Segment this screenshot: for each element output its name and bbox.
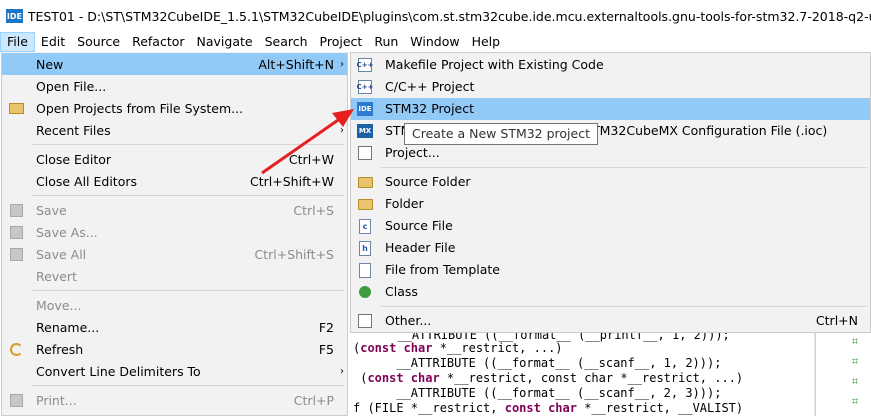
refresh-icon	[8, 341, 24, 357]
print-icon	[8, 392, 24, 408]
tooltip: Create a New STM32 project	[404, 123, 598, 145]
outline-item-icon[interactable]: ⌗	[849, 336, 861, 348]
outline-item-icon[interactable]: ⌗	[849, 356, 861, 368]
file-menu-save[interactable]: Save Ctrl+S	[2, 199, 347, 221]
menu-project[interactable]: Project	[314, 32, 369, 52]
menu-search[interactable]: Search	[259, 32, 314, 52]
folder-icon	[357, 196, 373, 212]
save-as-icon	[8, 224, 24, 240]
new-source-folder[interactable]: Source Folder	[351, 171, 870, 193]
file-template-icon	[357, 262, 373, 278]
menu-separator	[381, 167, 867, 168]
submenu-arrow-icon: ›	[340, 124, 344, 136]
file-menu-print[interactable]: Print... Ctrl+P	[2, 389, 347, 411]
submenu-arrow-icon: ›	[340, 58, 344, 70]
menu-bar: File Edit Source Refactor Navigate Searc…	[0, 32, 871, 52]
new-stm32-project[interactable]: IDE STM32 Project	[351, 98, 870, 120]
cpp-project-icon: C++	[357, 57, 373, 73]
file-menu-recent-files[interactable]: Recent Files ›	[2, 119, 347, 141]
menu-separator	[381, 306, 867, 307]
cubemx-icon: MX	[357, 123, 373, 139]
header-file-icon: h	[357, 240, 373, 256]
new-class[interactable]: Class	[351, 281, 870, 303]
menu-help[interactable]: Help	[466, 32, 507, 52]
code-line: __ATTRIBUTE ((__format__ (__scanf__, 1, …	[353, 356, 722, 370]
file-menu-new[interactable]: New Alt+Shift+N ›	[2, 53, 347, 75]
menu-navigate[interactable]: Navigate	[191, 32, 259, 52]
file-menu: New Alt+Shift+N › Open File... Open Proj…	[1, 52, 348, 416]
new-submenu: C++ Makefile Project with Existing Code …	[350, 52, 871, 333]
menu-file[interactable]: File	[0, 32, 35, 52]
save-icon	[8, 202, 24, 218]
new-makefile-project[interactable]: C++ Makefile Project with Existing Code	[351, 54, 870, 76]
source-file-icon: c	[357, 218, 373, 234]
submenu-arrow-icon: ›	[340, 365, 344, 377]
code-line: (const char *__restrict, const char *__r…	[353, 371, 744, 385]
menu-run[interactable]: Run	[368, 32, 404, 52]
file-menu-move[interactable]: Move...	[2, 294, 347, 316]
open-folder-icon	[8, 100, 24, 116]
new-project[interactable]: Project...	[351, 142, 870, 164]
new-other[interactable]: Other... Ctrl+N	[351, 310, 870, 332]
menu-refactor[interactable]: Refactor	[126, 32, 190, 52]
menu-separator	[32, 195, 344, 196]
outline-item-icon[interactable]: ⌗	[849, 376, 861, 388]
new-source-file[interactable]: c Source File	[351, 215, 870, 237]
file-menu-refresh[interactable]: Refresh F5	[2, 338, 347, 360]
file-menu-revert[interactable]: Revert	[2, 265, 347, 287]
other-wizard-icon	[357, 313, 373, 329]
app-icon: IDE	[6, 9, 23, 23]
menu-edit[interactable]: Edit	[35, 32, 71, 52]
menu-window[interactable]: Window	[404, 32, 465, 52]
source-folder-icon	[357, 174, 373, 190]
file-menu-close-all-editors[interactable]: Close All Editors Ctrl+Shift+W	[2, 170, 347, 192]
code-line: __ATTRIBUTE ((__format__ (__scanf__, 2, …	[353, 386, 722, 400]
new-file-from-template[interactable]: File from Template	[351, 259, 870, 281]
cpp-project-icon: C++	[357, 79, 373, 95]
file-menu-open-file[interactable]: Open File...	[2, 75, 347, 97]
code-line: (const char *__restrict, ...)	[353, 341, 563, 355]
stm32-ide-icon: IDE	[357, 101, 373, 117]
new-header-file[interactable]: h Header File	[351, 237, 870, 259]
outline-item-icon[interactable]: ⌗	[849, 396, 861, 408]
new-folder[interactable]: Folder	[351, 193, 870, 215]
window-title: TEST01 - D:\ST\STM32CubeIDE_1.5.1\STM32C…	[27, 8, 871, 24]
new-cpp-project[interactable]: C++ C/C++ Project	[351, 76, 870, 98]
menu-source[interactable]: Source	[71, 32, 126, 52]
file-menu-close-editor[interactable]: Close Editor Ctrl+W	[2, 148, 347, 170]
menu-separator	[32, 144, 344, 145]
save-all-icon	[8, 246, 24, 262]
class-icon	[357, 284, 373, 300]
code-line: f (FILE *__restrict, const char *__restr…	[353, 401, 744, 415]
file-menu-save-as[interactable]: Save As...	[2, 221, 347, 243]
title-bar: IDE TEST01 - D:\ST\STM32CubeIDE_1.5.1\ST…	[0, 0, 871, 32]
project-icon	[357, 145, 373, 161]
menu-separator	[32, 385, 344, 386]
menu-separator	[32, 290, 344, 291]
file-menu-rename[interactable]: Rename... F2	[2, 316, 347, 338]
file-menu-open-projects[interactable]: Open Projects from File System...	[2, 97, 347, 119]
file-menu-save-all[interactable]: Save All Ctrl+Shift+S	[2, 243, 347, 265]
file-menu-convert-line-delimiters[interactable]: Convert Line Delimiters To ›	[2, 360, 347, 382]
